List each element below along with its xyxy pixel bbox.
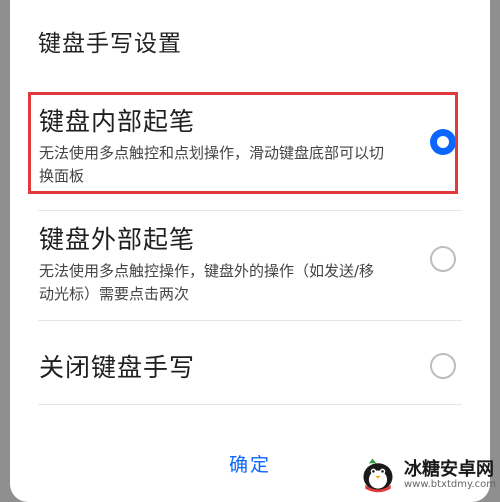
option-title: 键盘内部起笔 bbox=[39, 107, 196, 136]
option-inside-keyboard[interactable]: 键盘内部起笔 无法使用多点触控和点划操作，滑动键盘底部可以切换面板 bbox=[30, 92, 462, 196]
handwriting-settings-dialog: 键盘手写设置 键盘内部起笔 无法使用多点触控和点划操作，滑动键盘底部可以切换面板… bbox=[10, 0, 490, 502]
divider bbox=[38, 210, 462, 211]
option-disable-handwriting[interactable]: 关闭键盘手写 bbox=[30, 330, 462, 402]
divider bbox=[38, 404, 462, 405]
watermark-name: 冰糖安卓网 bbox=[403, 458, 494, 480]
option-title: 关闭键盘手写 bbox=[39, 353, 196, 382]
option-description: 无法使用多点触控和点划操作，滑动键盘底部可以切换面板 bbox=[39, 144, 385, 185]
dialog-title: 键盘手写设置 bbox=[38, 31, 182, 57]
option-description: 无法使用多点触控操作，键盘外的操作（如发送/移动光标）需要点击两次 bbox=[39, 262, 375, 303]
radio-selected-icon[interactable] bbox=[430, 129, 456, 155]
penguin-logo-icon bbox=[363, 458, 393, 493]
watermark-url: www.btxtdmy.com bbox=[403, 479, 496, 491]
watermark-text: 冰糖安卓网 www.btxtdmy.com bbox=[403, 458, 496, 491]
option-title: 键盘外部起笔 bbox=[39, 225, 196, 254]
option-outside-keyboard[interactable]: 键盘外部起笔 无法使用多点触控操作，键盘外的操作（如发送/移动光标）需要点击两次 bbox=[30, 214, 462, 314]
radio-unselected-icon[interactable] bbox=[430, 246, 456, 272]
watermark: 冰糖安卓网 www.btxtdmy.com bbox=[358, 452, 496, 498]
radio-unselected-icon[interactable] bbox=[430, 353, 456, 379]
divider bbox=[38, 320, 462, 321]
